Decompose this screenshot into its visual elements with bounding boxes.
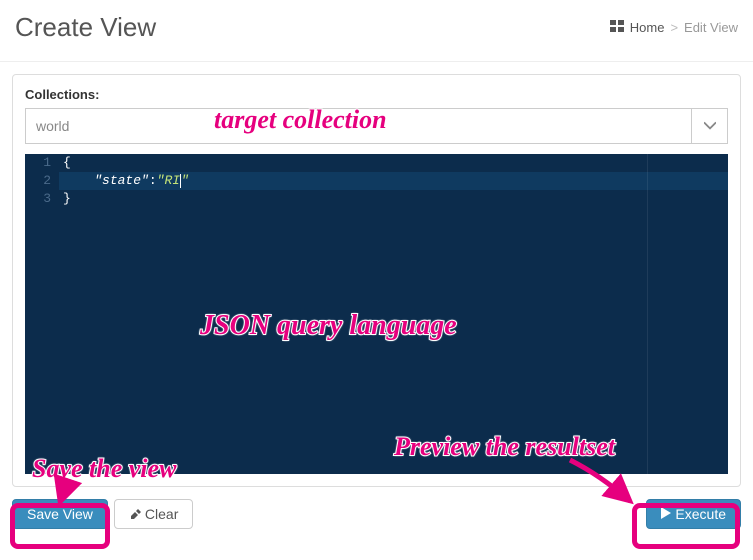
play-icon: [661, 506, 671, 522]
collections-label: Collections:: [25, 87, 728, 102]
collections-selected-value: world: [26, 118, 691, 134]
editor-margin-line: [647, 154, 648, 474]
clear-button[interactable]: Clear: [114, 499, 193, 529]
code-line: }: [59, 190, 71, 208]
dashboard-icon: [610, 20, 624, 35]
json-editor[interactable]: 1 { 2 "state":"RI" 3 }: [25, 154, 728, 474]
chevron-down-icon[interactable]: [691, 109, 727, 143]
create-view-panel: Collections: world 1 { 2 "state":"RI" 3 …: [12, 74, 741, 487]
execute-button[interactable]: Execute: [646, 499, 741, 529]
save-view-button[interactable]: Save View: [12, 499, 108, 529]
chevron-right-icon: >: [670, 20, 678, 35]
breadcrumb-home[interactable]: Home: [630, 20, 665, 35]
line-number: 3: [25, 190, 59, 208]
code-line: "state":"RI": [59, 172, 189, 190]
collections-select[interactable]: world: [25, 108, 728, 144]
line-number: 2: [25, 172, 59, 190]
breadcrumb-current: Edit View: [684, 20, 738, 35]
clear-label: Clear: [145, 506, 178, 522]
eraser-icon: [129, 506, 141, 522]
breadcrumb: Home > Edit View: [610, 20, 738, 35]
execute-label: Execute: [675, 506, 726, 522]
line-number: 1: [25, 154, 59, 172]
code-line: {: [59, 154, 71, 172]
page-title: Create View: [15, 12, 156, 43]
